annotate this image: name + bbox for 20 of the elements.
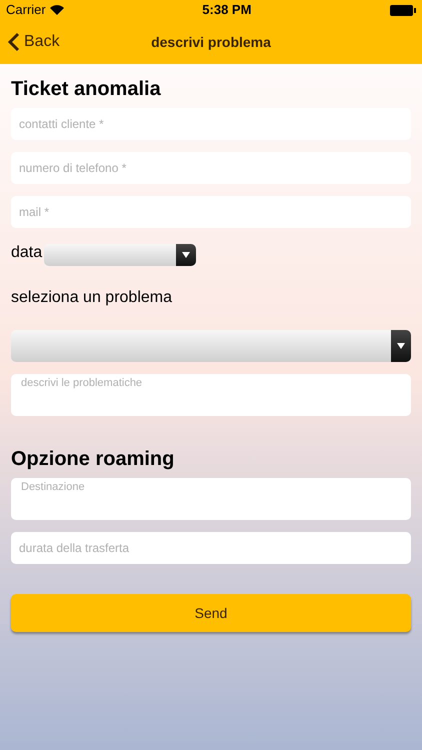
field-label: seleziona un problema <box>11 288 173 308</box>
wifi-icon <box>50 5 64 15</box>
back-chevron-icon <box>8 32 20 52</box>
battery-icon <box>390 4 416 16</box>
input-field[interactable]: contatti cliente * <box>11 108 411 140</box>
input-field[interactable]: mail * <box>11 196 411 228</box>
text-area[interactable]: descrivi le problematiche <box>11 374 411 416</box>
nav-title: descrivi problema <box>151 32 271 52</box>
input-field[interactable]: durata della trasferta <box>11 532 411 564</box>
field-label: data <box>11 243 42 263</box>
carrier-label: Carrier <box>6 1 46 20</box>
problem-dropdown[interactable] <box>11 330 411 362</box>
text-area[interactable]: Destinazione <box>11 478 411 520</box>
section-heading: Ticket anomalia <box>11 77 162 102</box>
section-heading: Opzione roaming <box>11 447 176 472</box>
back-button[interactable]: Back <box>8 30 60 54</box>
send-button[interactable]: Send <box>11 594 411 632</box>
status-time: 5:38 PM <box>202 1 252 20</box>
date-dropdown[interactable] <box>44 244 196 266</box>
input-field[interactable]: numero di telefono * <box>11 152 411 184</box>
